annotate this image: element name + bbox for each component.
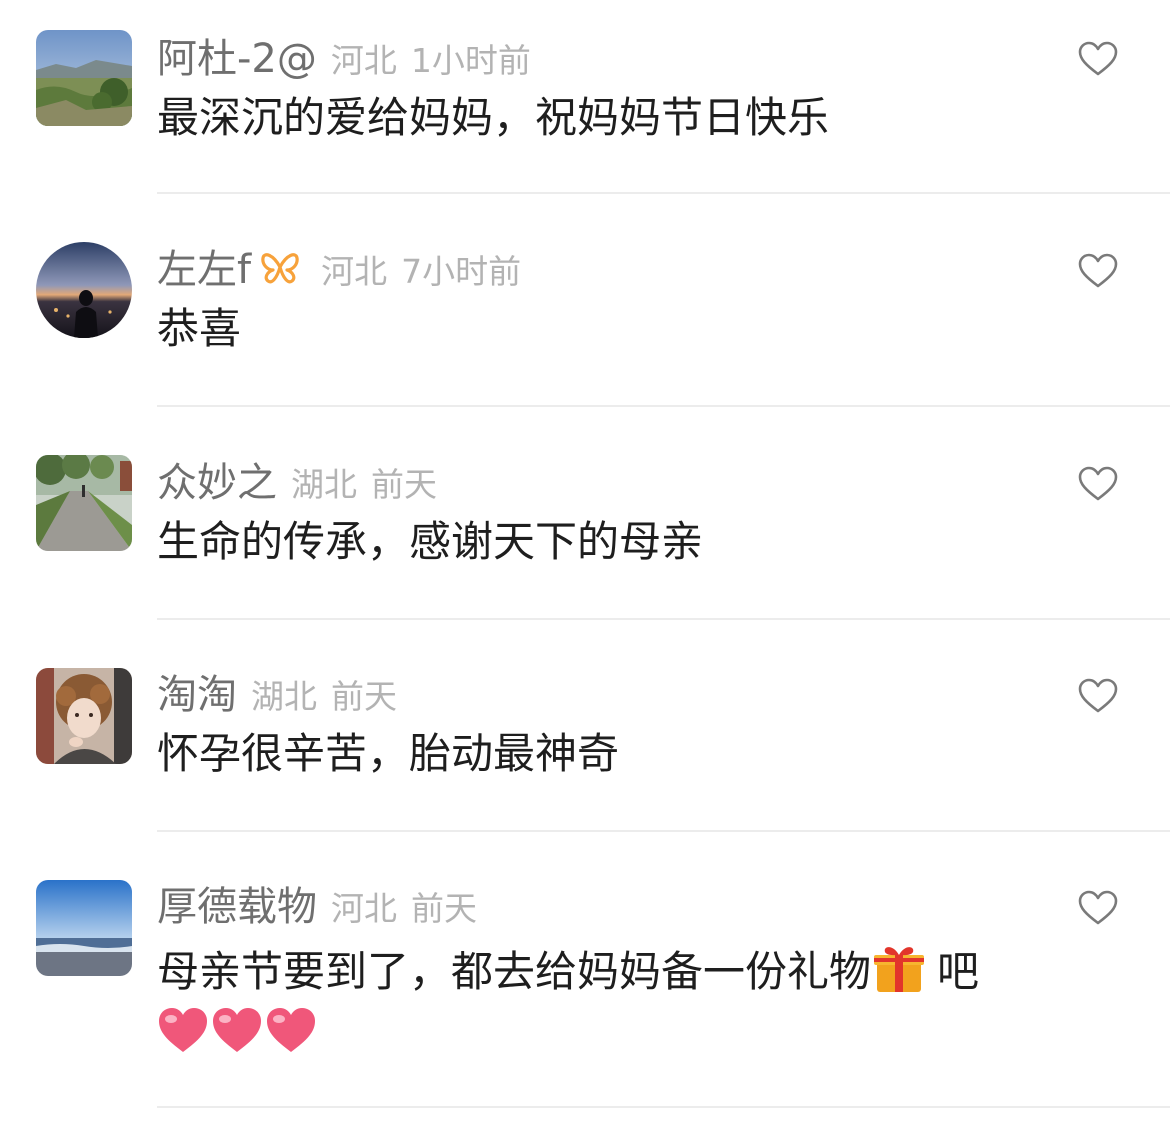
comment-meta: 阿杜-2@ 河北 1小时前: [157, 36, 531, 82]
divider: [157, 830, 1170, 832]
avatar[interactable]: [36, 880, 132, 976]
username[interactable]: 厚德载物: [157, 884, 317, 930]
tree-path-photo: [36, 455, 132, 551]
avatar[interactable]: [36, 668, 132, 764]
divider: [157, 192, 1170, 194]
comment-text: 最深沉的爱给妈妈，祝妈妈节日快乐: [157, 93, 830, 142]
heart-emoji-row: [157, 1006, 319, 1056]
location-label: 湖北: [251, 677, 317, 716]
divider: [157, 405, 1170, 407]
comment-meta: 众妙之 湖北 前天: [157, 460, 437, 506]
member-badge-icon: [259, 248, 301, 304]
comment-text: 怀孕很辛苦，胎动最神奇: [157, 729, 620, 778]
heart-emoji-icon: [265, 1006, 317, 1054]
like-button[interactable]: [1078, 253, 1118, 289]
landscape-photo: [36, 30, 132, 126]
timestamp: 1小时前: [410, 41, 531, 80]
location-label: 河北: [331, 889, 397, 928]
heart-emoji-icon: [157, 1006, 209, 1054]
timestamp: 7小时前: [401, 252, 522, 291]
comment-meta: 厚德载物 河北 前天: [157, 884, 477, 930]
gift-emoji-icon: [871, 940, 927, 996]
timestamp: 前天: [331, 677, 397, 716]
sea-horizon-photo: [36, 880, 132, 976]
heart-outline-icon: [1078, 678, 1118, 713]
location-label: 湖北: [291, 465, 357, 504]
avatar[interactable]: [36, 30, 132, 126]
location-label: 河北: [330, 41, 397, 80]
heart-outline-icon: [1078, 41, 1118, 76]
comment-text: 恭喜: [157, 304, 242, 353]
person-portrait-photo: [36, 668, 132, 764]
heart-emoji-icon: [211, 1006, 263, 1054]
username[interactable]: 淘淘: [157, 672, 237, 718]
username[interactable]: 左左f: [157, 247, 251, 293]
divider: [157, 1106, 1170, 1108]
heart-outline-icon: [1078, 890, 1118, 925]
like-button[interactable]: [1078, 466, 1118, 502]
username[interactable]: 阿杜-2@: [157, 36, 317, 82]
location-label: 河北: [321, 252, 388, 291]
comment-meta: 左左f 河北 7小时前: [157, 247, 521, 293]
comment-text-tail: 吧: [937, 947, 980, 996]
like-button[interactable]: [1078, 678, 1118, 714]
timestamp: 前天: [371, 465, 437, 504]
dusk-silhouette-photo: [36, 242, 132, 338]
like-button[interactable]: [1078, 41, 1118, 77]
like-button[interactable]: [1078, 890, 1118, 926]
comment-text: 母亲节要到了，都去给妈妈备一份礼物: [157, 947, 872, 996]
heart-outline-icon: [1078, 253, 1118, 288]
username[interactable]: 众妙之: [157, 460, 277, 506]
avatar[interactable]: [36, 455, 132, 551]
comment-meta: 淘淘 湖北 前天: [157, 672, 397, 718]
comment-text-line: 母亲节要到了，都去给妈妈备一份礼物 吧: [157, 940, 979, 1000]
avatar[interactable]: [36, 242, 132, 338]
timestamp: 前天: [411, 889, 477, 928]
heart-outline-icon: [1078, 466, 1118, 501]
comment-text: 生命的传承，感谢天下的母亲: [157, 517, 704, 566]
comment-list: 阿杜-2@ 河北 1小时前 最深沉的爱给妈妈，祝妈妈节日快乐 左左f 河北 7小…: [0, 0, 1170, 1140]
divider: [157, 618, 1170, 620]
